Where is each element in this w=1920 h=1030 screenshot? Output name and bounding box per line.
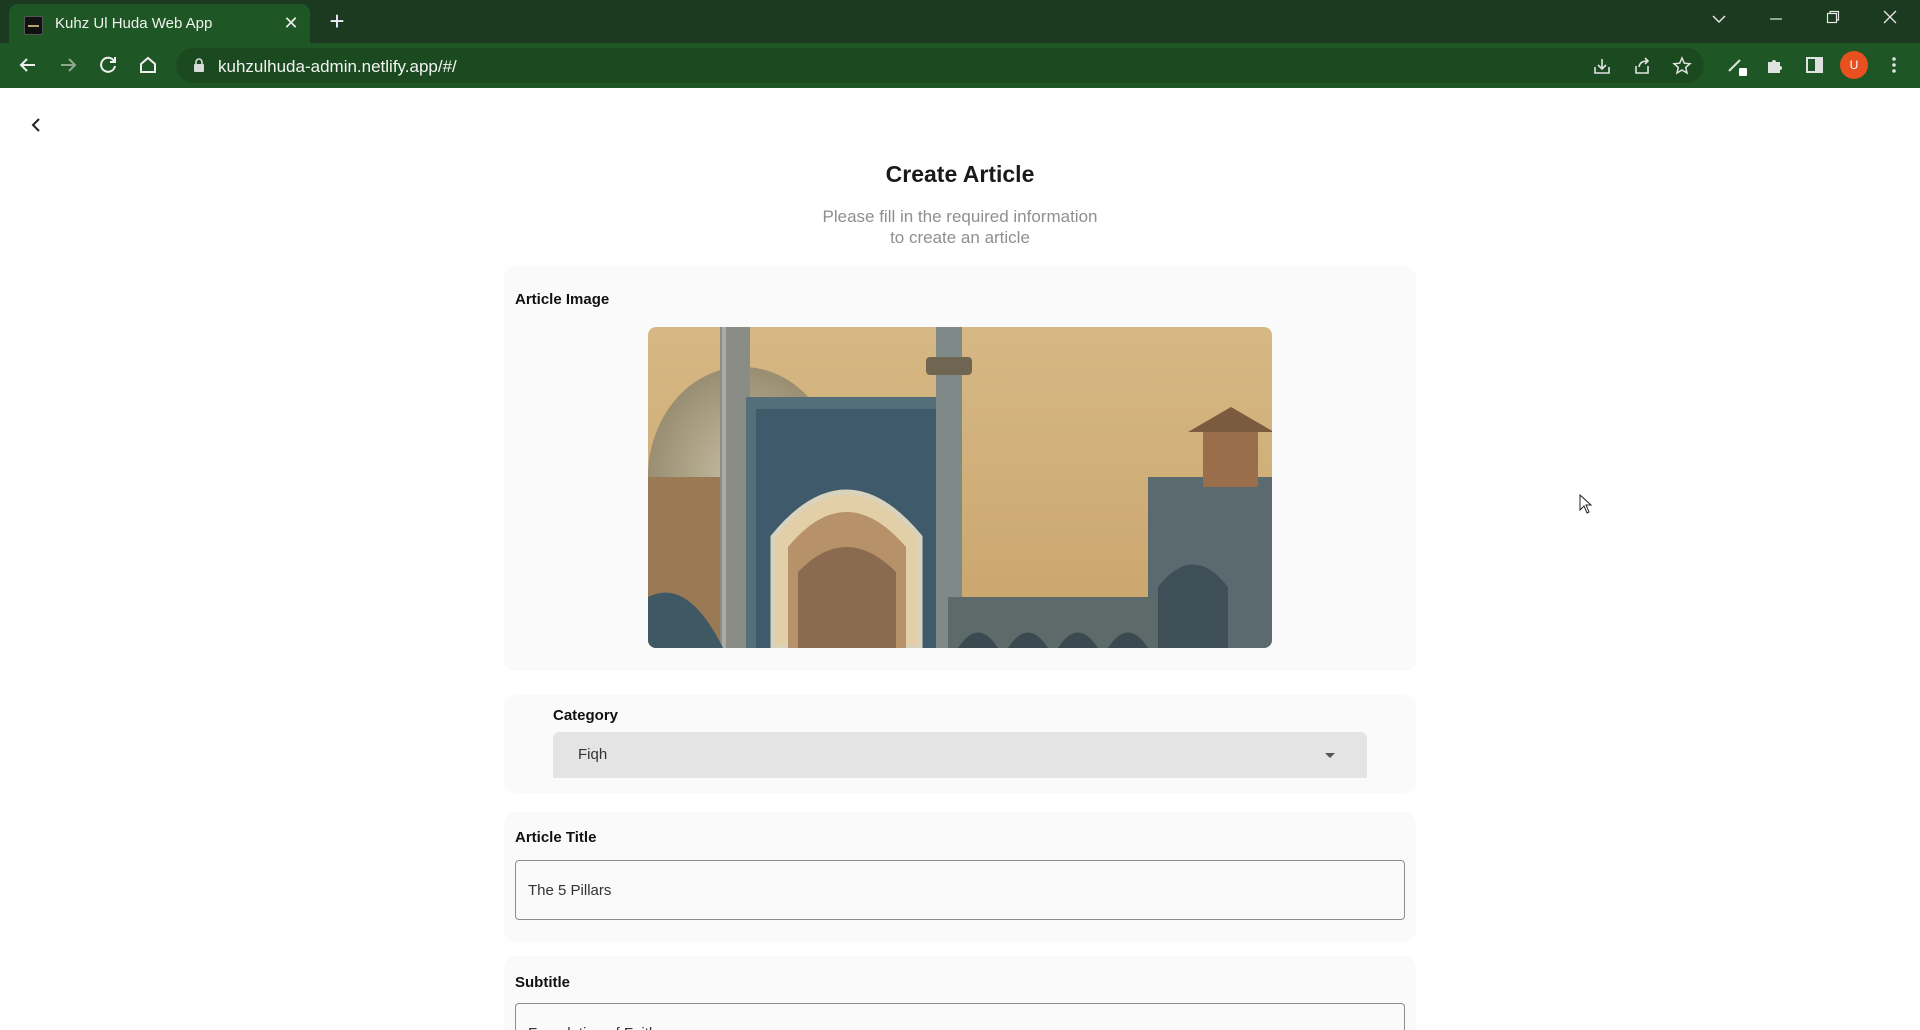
article-image-picker[interactable] bbox=[648, 327, 1272, 648]
edit-extension-icon[interactable] bbox=[1722, 51, 1750, 79]
browser-menu-icon[interactable] bbox=[1880, 51, 1908, 79]
category-select[interactable]: Fiqh bbox=[553, 732, 1367, 778]
article-image-card: Article Image bbox=[504, 266, 1416, 671]
subtitle-field[interactable] bbox=[515, 1003, 1405, 1030]
article-title-label: Article Title bbox=[515, 829, 597, 846]
caret-down-icon bbox=[1325, 753, 1335, 758]
home-icon[interactable] bbox=[133, 50, 163, 80]
create-article-page: Create Article Please fill in the requir… bbox=[0, 88, 1920, 1030]
page-subtitle-line2: to create an article bbox=[890, 228, 1030, 247]
page-subtitle: Please fill in the required information … bbox=[0, 206, 1920, 248]
install-app-icon[interactable] bbox=[1588, 52, 1616, 80]
category-selected-value: Fiqh bbox=[578, 746, 608, 763]
close-tab-icon[interactable]: ✕ bbox=[280, 12, 302, 34]
back-arrow-icon[interactable] bbox=[25, 114, 47, 136]
site-favicon-icon bbox=[24, 16, 43, 35]
page-subtitle-line1: Please fill in the required information bbox=[822, 207, 1098, 226]
page-title: Create Article bbox=[885, 161, 1035, 187]
share-icon[interactable] bbox=[1628, 52, 1656, 80]
article-title-input[interactable] bbox=[516, 861, 1404, 919]
close-window-icon[interactable] bbox=[1868, 5, 1912, 35]
restore-icon[interactable] bbox=[1811, 5, 1855, 35]
tab-title: Kuhz Ul Huda Web App bbox=[55, 15, 213, 32]
lock-icon bbox=[194, 58, 204, 72]
back-nav-icon[interactable] bbox=[13, 50, 43, 80]
subtitle-input[interactable] bbox=[516, 1004, 1404, 1030]
subtitle-card: Subtitle bbox=[504, 956, 1416, 1030]
browser-tab[interactable]: Kuhz Ul Huda Web App ✕ bbox=[9, 4, 310, 43]
forward-nav-icon[interactable] bbox=[53, 50, 83, 80]
tab-search-icon[interactable] bbox=[1697, 5, 1741, 35]
url-text[interactable]: kuhzulhuda-admin.netlify.app/#/ bbox=[218, 57, 457, 77]
new-tab-icon[interactable]: + bbox=[323, 7, 351, 35]
article-image-label: Article Image bbox=[515, 291, 610, 308]
browser-toolbar: kuhzulhuda-admin.netlify.app/#/ U bbox=[0, 43, 1920, 88]
side-panel-icon[interactable] bbox=[1800, 51, 1828, 79]
profile-avatar[interactable]: U bbox=[1840, 51, 1868, 79]
subtitle-label: Subtitle bbox=[515, 974, 570, 991]
extensions-puzzle-icon[interactable] bbox=[1760, 51, 1788, 79]
article-title-card: Article Title bbox=[504, 812, 1416, 942]
reload-icon[interactable] bbox=[93, 50, 123, 80]
category-label: Category bbox=[553, 707, 619, 724]
browser-tab-strip: Kuhz Ul Huda Web App ✕ + bbox=[0, 0, 1920, 43]
mouse-cursor-icon bbox=[1579, 494, 1593, 514]
minimize-icon[interactable] bbox=[1754, 5, 1798, 35]
bookmark-star-icon[interactable] bbox=[1668, 52, 1696, 80]
mosque-photo-icon bbox=[648, 327, 1272, 648]
article-title-field[interactable] bbox=[515, 860, 1405, 920]
category-card: Category Fiqh bbox=[504, 695, 1416, 793]
address-bar[interactable]: kuhzulhuda-admin.netlify.app/#/ bbox=[176, 48, 1704, 83]
